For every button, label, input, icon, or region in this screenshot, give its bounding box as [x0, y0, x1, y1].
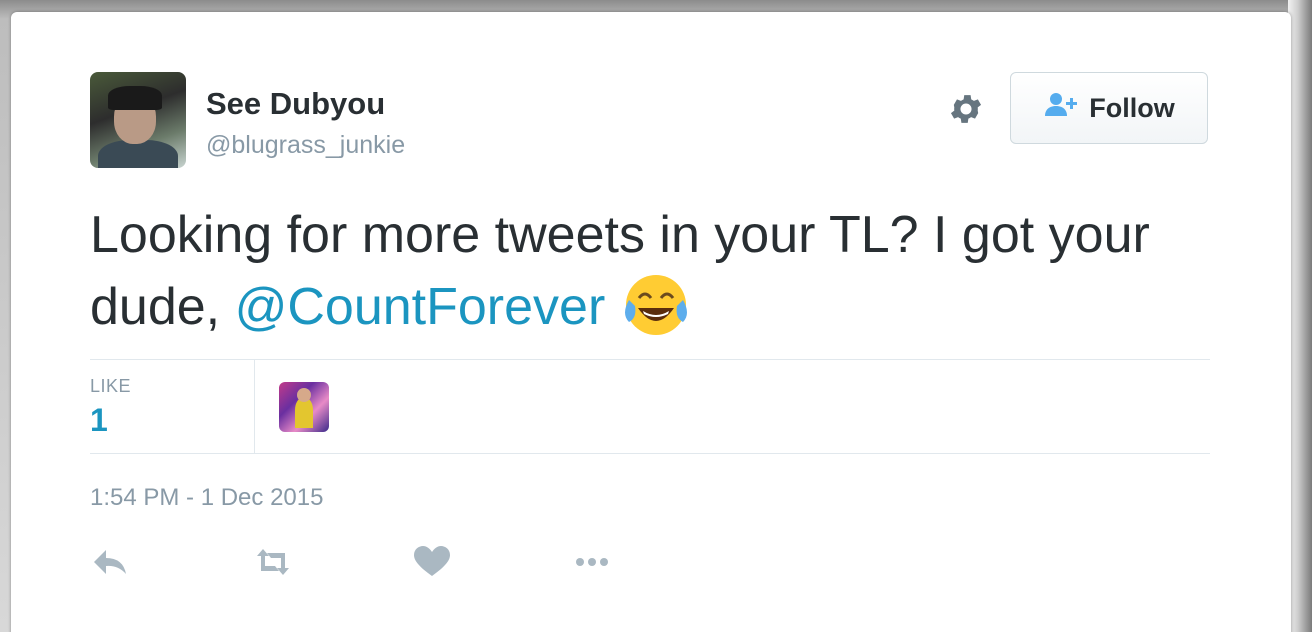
add-user-icon	[1043, 90, 1079, 127]
avatar-hat	[108, 86, 162, 110]
liker-avatar[interactable]	[279, 382, 329, 432]
tweet-card: See Dubyou @blugrass_junkie Follow Looki…	[11, 12, 1291, 632]
more-icon[interactable]	[572, 544, 612, 580]
reply-icon[interactable]	[90, 544, 130, 580]
author-handle[interactable]: @blugrass_junkie	[206, 131, 405, 160]
stats-vertical-divider	[254, 359, 255, 453]
retweet-icon[interactable]	[253, 544, 293, 580]
mention-link[interactable]: @CountForever	[235, 278, 606, 336]
face-with-tears-of-joy-icon	[621, 270, 691, 340]
follow-button-label: Follow	[1089, 92, 1175, 123]
author-avatar[interactable]	[90, 72, 186, 168]
stats-bottom-divider	[90, 453, 1210, 454]
tweet-text: Looking for more tweets in your TL? I go…	[90, 200, 1190, 342]
stats-top-divider	[90, 359, 1210, 360]
like-stat-label: LIKE	[90, 376, 132, 396]
like-stat-count[interactable]: 1	[90, 402, 108, 439]
gear-icon[interactable]	[947, 90, 985, 128]
page-background-edge	[1288, 0, 1312, 632]
liker-figure	[295, 398, 313, 428]
tweet-timestamp[interactable]: 1:54 PM - 1 Dec 2015	[90, 484, 323, 512]
author-name[interactable]: See Dubyou	[206, 86, 385, 122]
follow-button[interactable]: Follow	[1010, 72, 1208, 144]
liker-head	[297, 388, 311, 402]
heart-icon[interactable]	[412, 544, 452, 580]
avatar-shirt	[98, 140, 178, 168]
